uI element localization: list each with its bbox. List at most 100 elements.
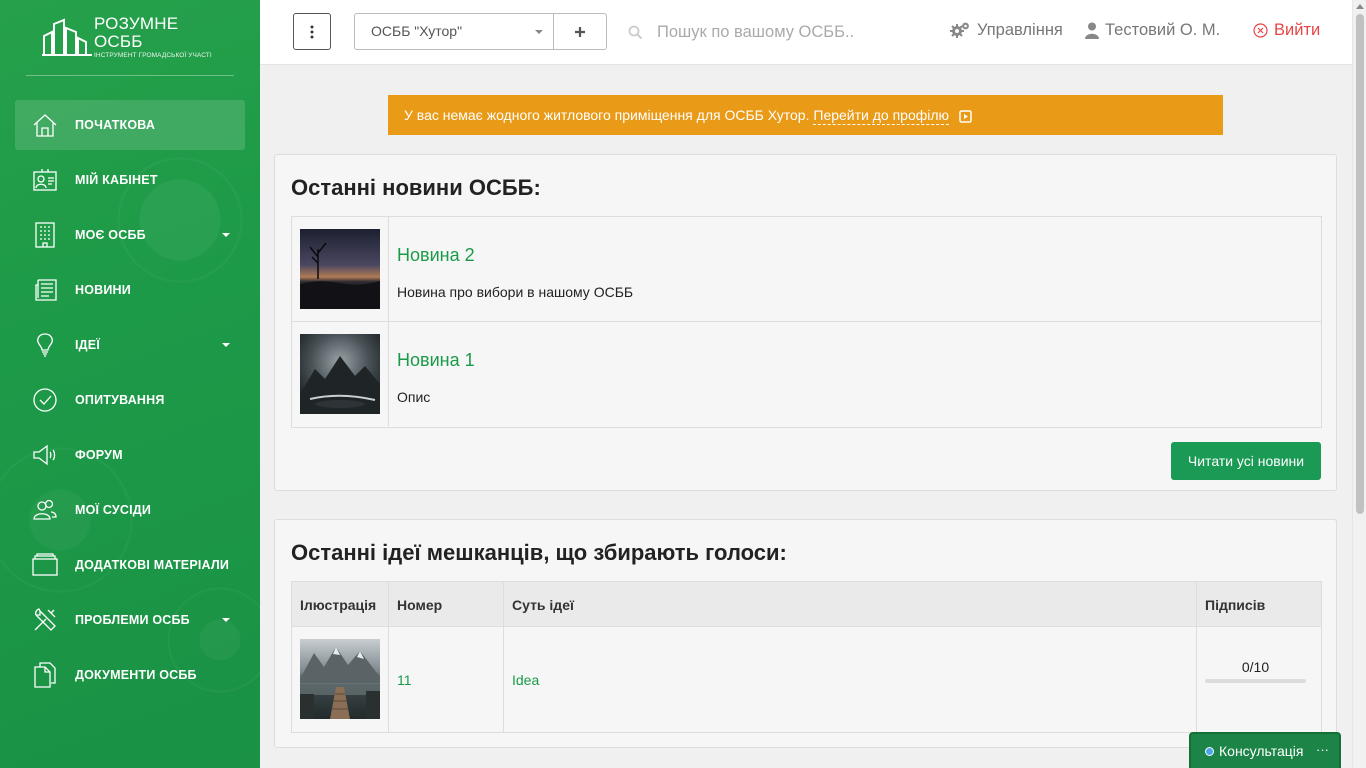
news-thumb-cell: [292, 217, 389, 321]
sidebar-item-ideas[interactable]: ІДЕЇ: [15, 320, 245, 370]
home-icon: [31, 111, 59, 139]
sidebar-item-my-osbb[interactable]: МОЄ ОСББ: [15, 210, 245, 260]
sidebar-item-materials[interactable]: ДОДАТКОВІ МАТЕРІАЛИ: [15, 540, 245, 590]
column-header-illustration: Ілюстрація: [300, 597, 377, 613]
sidebar-item-label: ІДЕЇ: [75, 338, 100, 352]
ideas-table: Ілюстрація Номер Суть ідеї Підписів 11 I…: [291, 581, 1322, 733]
user-profile-link[interactable]: Тестовий О. М.: [1085, 19, 1220, 41]
sidebar-item-problems[interactable]: ПРОБЛЕМИ ОСББ: [15, 595, 245, 645]
scroll-thumb[interactable]: [1356, 14, 1364, 514]
folder-icon: [31, 551, 59, 579]
column-header-number: Номер: [397, 597, 443, 613]
menu-toggle-button[interactable]: [293, 13, 331, 50]
sidebar-item-label: ПРОБЛЕМИ ОСББ: [75, 613, 190, 627]
external-link-icon: [959, 110, 972, 123]
osbb-select[interactable]: ОСББ "Хутор": [354, 13, 554, 50]
news-thumbnail-lake-sunset[interactable]: [300, 229, 380, 309]
user-name: Тестовий О. М.: [1105, 20, 1221, 39]
manage-label: Управління: [977, 20, 1063, 39]
caret-down-icon: [222, 233, 230, 237]
sidebar-nav: ПОЧАТКОВА МІЙ КАБІНЕТ МОЄ ОСББ НОВИНИ ІД…: [15, 100, 245, 705]
gears-icon: [950, 22, 969, 38]
documents-icon: [31, 661, 59, 689]
news-list: Новина 2 Новина про вибори в нашому ОСББ…: [291, 216, 1322, 428]
sidebar-item-label: ДОКУМЕНТИ ОСББ: [75, 668, 197, 682]
sidebar-item-neighbors[interactable]: МОЇ СУСІДИ: [15, 485, 245, 535]
signatures-count: 0/10: [1241, 659, 1270, 675]
idea-number-link[interactable]: 11: [397, 672, 412, 688]
sidebar-item-documents[interactable]: ДОКУМЕНТИ ОСББ: [15, 650, 245, 700]
add-osbb-button[interactable]: [553, 13, 607, 50]
sidebar-item-label: ПОЧАТКОВА: [75, 118, 156, 132]
read-all-news-button[interactable]: Читати усі новини: [1171, 442, 1321, 480]
alert-text: У вас немає жодного житлового приміщення…: [404, 107, 810, 123]
caret-down-icon: [222, 618, 230, 622]
news-thumb-cell: [292, 322, 389, 426]
ideas-panel-title: Останні ідеї мешканців, що збирають голо…: [291, 540, 787, 565]
brand-logo[interactable]: РОЗУМНЕ ОСББ ІНСТРУМЕНТ ГРОМАДСЬКОЇ УЧАС…: [42, 14, 222, 59]
search-icon: [628, 25, 643, 39]
megaphone-icon: [31, 441, 59, 469]
lightbulb-icon: [31, 331, 59, 359]
brand-subtitle: ІНСТРУМЕНТ ГРОМАДСЬКОЇ УЧАСТІ: [94, 51, 212, 59]
users-icon: [31, 496, 59, 524]
close-circle-icon: [1253, 22, 1268, 38]
caret-down-icon: [222, 343, 230, 347]
search-input[interactable]: [657, 22, 917, 42]
caret-down-icon: [535, 30, 543, 34]
online-status-icon: [1205, 746, 1214, 756]
check-circle-icon: [31, 386, 59, 414]
sidebar-item-label: ФОРУМ: [75, 448, 123, 462]
signatures-progress: 0/10: [1205, 659, 1306, 683]
tools-icon: [31, 606, 59, 634]
user-icon: [1085, 22, 1099, 39]
column-header-essence: Суть ідеї: [512, 597, 574, 613]
consultation-chat-button[interactable]: Консультація ···: [1189, 732, 1341, 768]
sidebar-item-label: МІЙ КАБІНЕТ: [75, 173, 158, 187]
sidebar-item-label: МОЇ СУСІДИ: [75, 503, 152, 517]
sidebar-item-cabinet[interactable]: МІЙ КАБІНЕТ: [15, 155, 245, 205]
plus-icon: [575, 26, 585, 37]
news-description: Опис: [397, 389, 431, 405]
buildings-logo-icon: [42, 18, 92, 56]
sidebar-item-label: МОЄ ОСББ: [75, 228, 146, 242]
news-description: Новина про вибори в нашому ОСББ: [397, 284, 634, 300]
sidebar: РОЗУМНЕ ОСББ ІНСТРУМЕНТ ГРОМАДСЬКОЇ УЧАС…: [0, 0, 260, 768]
newspaper-icon: [31, 276, 59, 304]
top-bar: ОСББ "Хутор" Управління Тестовий О. М. В…: [260, 0, 1352, 65]
column-header-signatures: Підписів: [1205, 597, 1266, 613]
logout-link[interactable]: Вийти: [1253, 19, 1320, 41]
id-card-icon: [31, 166, 59, 194]
news-panel-title: Останні новини ОСББ:: [291, 175, 541, 200]
sidebar-item-label: ОПИТУВАННЯ: [75, 393, 165, 407]
signatures-progress-bar: [1205, 679, 1306, 683]
logout-label: Вийти: [1274, 20, 1321, 39]
idea-thumbnail-lake-pier[interactable]: [300, 639, 380, 719]
news-title-link[interactable]: Новина 1: [397, 350, 475, 371]
chat-more-icon[interactable]: ···: [1316, 742, 1329, 757]
sidebar-item-news[interactable]: НОВИНИ: [15, 265, 245, 315]
manage-link[interactable]: Управління: [950, 19, 1063, 41]
sidebar-item-home[interactable]: ПОЧАТКОВА: [15, 100, 245, 150]
go-to-profile-link[interactable]: Перейти до профілю: [813, 107, 950, 125]
chat-label: Консультація: [1219, 743, 1304, 759]
alert-link-text: Перейти до профілю: [813, 107, 950, 123]
page-scrollbar[interactable]: [1352, 0, 1366, 768]
scroll-up-arrow-icon[interactable]: [1356, 4, 1364, 9]
ideas-table-header: Ілюстрація Номер Суть ідеї Підписів: [292, 582, 1321, 627]
kebab-icon: [310, 25, 314, 38]
table-row: 11 Idea 0/10: [292, 627, 1321, 732]
news-thumbnail-mountain-storm[interactable]: [300, 334, 380, 414]
building-icon: [31, 221, 59, 249]
sidebar-item-label: ДОДАТКОВІ МАТЕРІАЛИ: [75, 558, 230, 572]
warning-alert: У вас немає жодного житлового приміщення…: [388, 95, 1223, 135]
news-title-link[interactable]: Новина 2: [397, 245, 475, 266]
ideas-panel: Останні ідеї мешканців, що збирають голо…: [274, 519, 1337, 748]
news-panel: Останні новини ОСББ: Новина 2 Новина про…: [274, 154, 1337, 491]
news-item: Новина 1 Опис: [292, 322, 1321, 427]
idea-essence-link[interactable]: Idea: [512, 672, 539, 688]
sidebar-item-forum[interactable]: ФОРУМ: [15, 430, 245, 480]
sidebar-item-polls[interactable]: ОПИТУВАННЯ: [15, 375, 245, 425]
search-box: [628, 20, 917, 44]
osbb-select-value: ОСББ "Хутор": [371, 23, 463, 39]
